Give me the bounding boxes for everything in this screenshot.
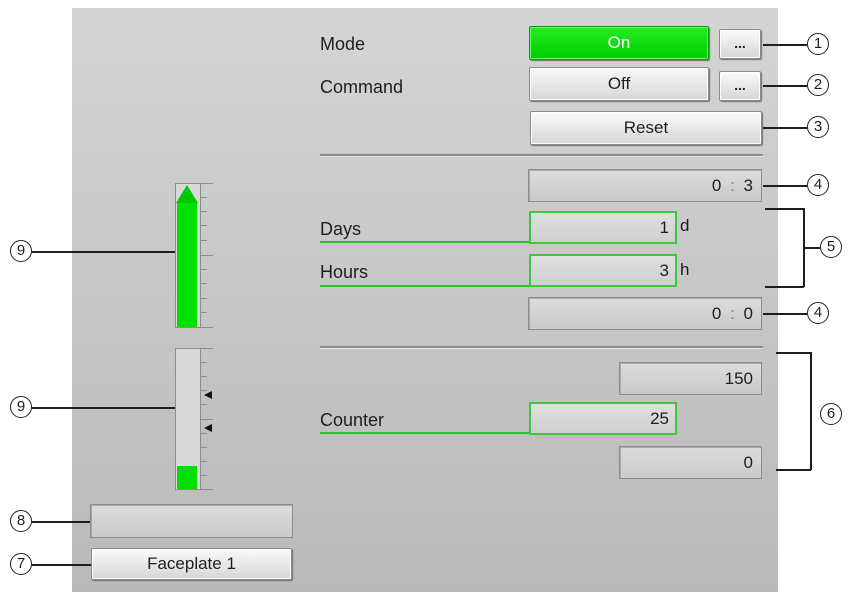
bar-graph-1 [175,183,201,328]
callout-line [763,85,807,87]
callout-7: 7 [10,553,32,575]
callout-line [803,247,820,249]
callout-bracket [810,352,812,470]
time-separator: : [730,304,735,323]
mode-button[interactable]: On [529,26,709,60]
days-underline [320,241,530,243]
time-separator: : [730,176,735,195]
days-label: Days [320,219,362,239]
status-display [90,504,293,538]
callout-line [763,127,807,129]
callout-9b: 9 [10,396,32,418]
hours-unit: h [680,260,690,279]
callout-bracket [765,208,804,210]
callout-line [32,521,90,523]
hours-underline [320,285,530,287]
callout-bracket [776,469,811,471]
time-hours: 0 [711,304,722,323]
callout-line [763,185,807,187]
callout-line [32,251,175,253]
separator [320,154,763,157]
counter-label: Counter [320,410,385,430]
time-minutes: 3 [743,176,753,195]
callout-line [763,44,807,46]
high-limit-marker [204,391,212,399]
days-unit: d [680,216,690,235]
bar-graph-2-fill [177,466,197,489]
callout-2: 2 [807,74,829,96]
callout-8: 8 [10,510,32,532]
callout-line [32,407,175,409]
command-more-button[interactable]: ... [719,71,761,101]
faceplate-button[interactable]: Faceplate 1 [91,548,292,580]
counter-input[interactable]: 25 [529,402,677,435]
callout-line [763,313,807,315]
command-button[interactable]: Off [529,67,709,101]
hours-input[interactable]: 3 [529,254,677,287]
time-display-2: 0 : 0 [528,297,762,330]
counter-underline [320,432,530,434]
time-hours: 0 [711,176,722,195]
days-input[interactable]: 1 [529,211,677,244]
callout-4: 4 [807,174,829,196]
mode-more-button[interactable]: ... [719,29,761,59]
hours-label: Hours [320,262,369,282]
callout-bracket [776,352,811,354]
counter-low-limit: 0 [619,446,762,479]
callout-6: 6 [820,403,842,425]
bar-graph-1-scale [201,183,213,328]
reset-button[interactable]: Reset [530,111,762,145]
time-minutes: 0 [743,304,753,323]
bar-graph-1-arrow [176,185,198,203]
callout-9a: 9 [10,240,32,262]
callout-5: 5 [820,236,842,258]
bar-graph-2 [175,348,201,490]
time-display-1: 0 : 3 [528,169,762,202]
bar-graph-2-scale [201,348,213,490]
callout-3: 3 [807,116,829,138]
counter-high-limit: 150 [619,362,762,395]
command-label: Command [320,77,404,97]
callout-1: 1 [807,33,829,55]
callout-bracket [765,286,804,288]
low-limit-marker [204,424,212,432]
callout-4b: 4 [807,302,829,324]
bar-graph-1-fill [177,202,197,327]
separator [320,346,763,349]
mode-label: Mode [320,34,366,54]
callout-line [32,564,91,566]
